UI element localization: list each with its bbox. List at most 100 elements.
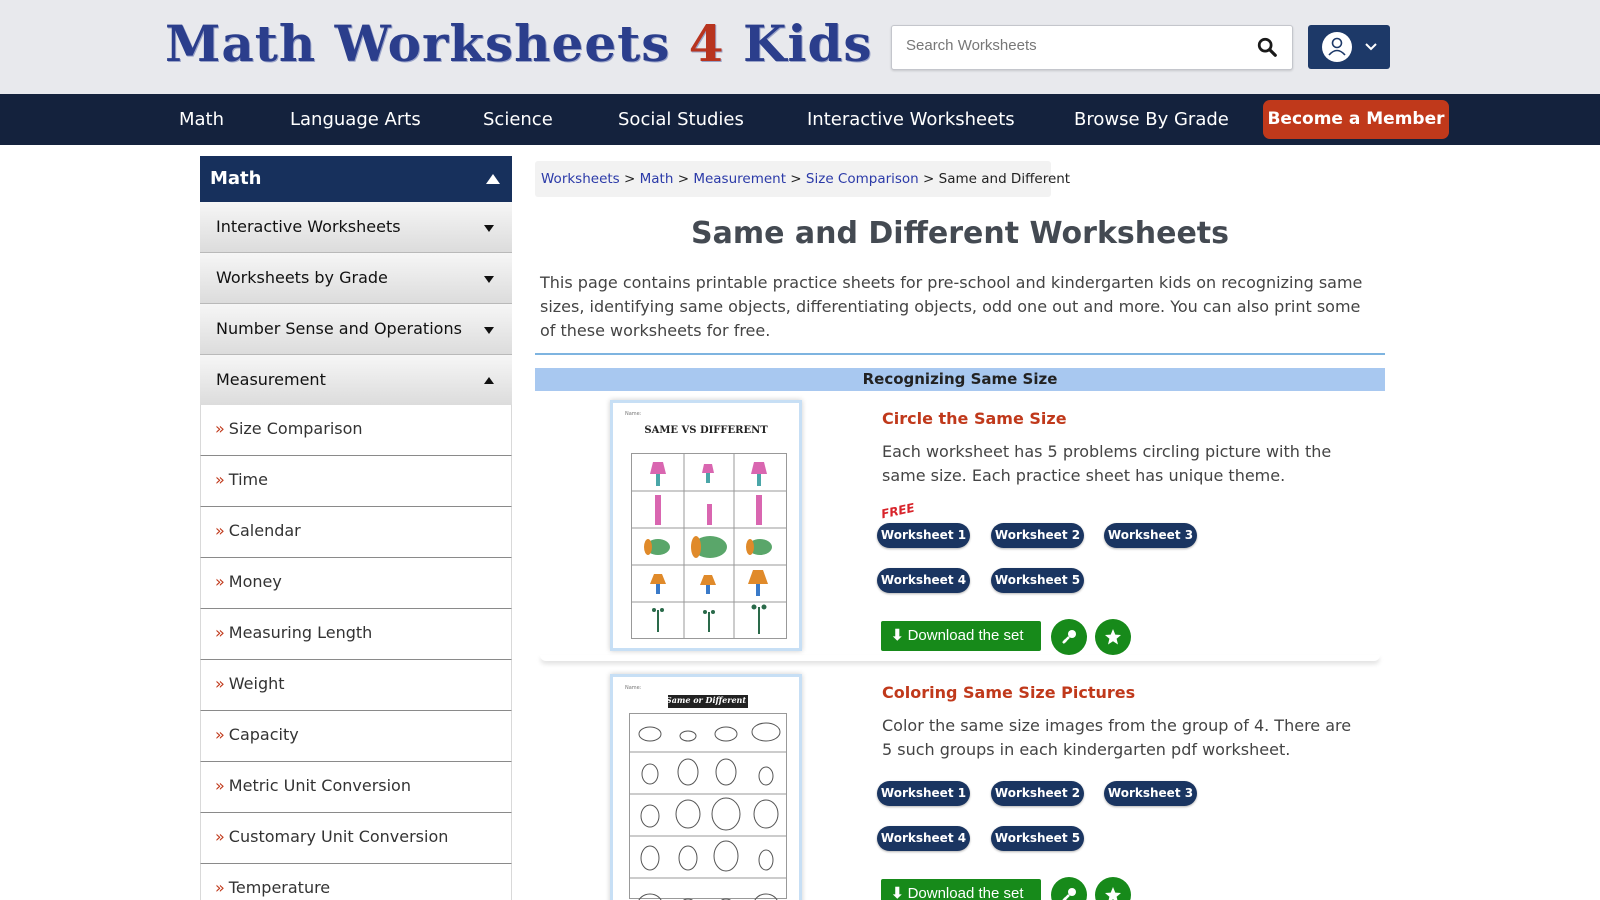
raquo-icon: »	[215, 674, 225, 693]
section-heading: Recognizing Same Size	[535, 368, 1385, 391]
answer-key-button[interactable]	[1051, 619, 1087, 655]
nav-item-social-studies[interactable]: Social Studies	[618, 109, 744, 130]
sidebar-link-capacity[interactable]: » Capacity	[200, 711, 512, 762]
worksheet-description: Color the same size images from the grou…	[882, 716, 1352, 759]
favorite-button[interactable]	[1095, 619, 1131, 655]
thumbnail-title: SAME VS DIFFERENT	[644, 425, 768, 436]
divider	[535, 353, 1385, 355]
raquo-icon: »	[215, 623, 225, 642]
favorite-button[interactable]	[1095, 877, 1131, 900]
chevron-down-icon	[1365, 43, 1377, 51]
nav-item-language-arts[interactable]: Language Arts	[290, 109, 421, 130]
site-logo[interactable]: Math Worksheets 4 Kids	[165, 14, 873, 73]
expand-triangle-icon	[484, 327, 494, 334]
sidebar-link-time[interactable]: » Time	[200, 456, 512, 507]
breadcrumb-link-size-comparison[interactable]: Size Comparison	[806, 171, 919, 187]
raquo-icon: »	[215, 470, 225, 489]
breadcrumb-current: Same and Different	[938, 171, 1071, 187]
sidebar-link-label: Size Comparison	[228, 419, 363, 438]
sidebar-section-number-sense[interactable]: Number Sense and Operations	[200, 304, 512, 355]
raquo-icon: »	[215, 419, 225, 438]
breadcrumb-link-measurement[interactable]: Measurement	[693, 171, 786, 187]
raquo-icon: »	[215, 776, 225, 795]
breadcrumb: Worksheets > Math > Measurement > Size C…	[535, 161, 1070, 197]
download-arrow-icon: ⬇	[891, 627, 904, 644]
thumbnail-grid	[631, 453, 787, 639]
worksheet-title[interactable]: Coloring Same Size Pictures	[882, 683, 1135, 702]
sidebar-section-label: Worksheets by Grade	[216, 268, 388, 287]
worksheet-description: Each worksheet has 5 problems circling p…	[882, 442, 1332, 485]
star-icon	[1105, 629, 1121, 645]
expand-triangle-icon	[484, 276, 494, 283]
sidebar-link-money[interactable]: » Money	[200, 558, 512, 609]
sidebar-link-calendar[interactable]: » Calendar	[200, 507, 512, 558]
worksheet-3-button[interactable]: Worksheet 3	[1104, 781, 1197, 806]
worksheet-1-button[interactable]: Worksheet 1	[877, 523, 970, 548]
sidebar-section-label: Measurement	[216, 370, 326, 389]
user-avatar-icon	[1322, 32, 1352, 62]
sidebar-link-measuring-length[interactable]: » Measuring Length	[200, 609, 512, 660]
nav-item-science[interactable]: Science	[483, 109, 553, 130]
sidebar-link-label: Calendar	[228, 521, 301, 540]
breadcrumb-separator: >	[673, 171, 694, 187]
sidebar-header-math[interactable]: Math	[200, 156, 512, 202]
main-nav: Math Language Arts Science Social Studie…	[0, 94, 1600, 145]
worksheet-thumbnail[interactable]: Name: SAME VS DIFFERENT	[610, 400, 802, 651]
breadcrumb-separator: >	[918, 171, 939, 187]
nav-item-interactive-worksheets[interactable]: Interactive Worksheets	[807, 109, 1015, 130]
worksheet-3-button[interactable]: Worksheet 3	[1104, 523, 1197, 548]
page-intro: This page contains printable practice sh…	[540, 273, 1363, 340]
expand-triangle-icon	[484, 225, 494, 232]
become-member-button[interactable]: Become a Member	[1263, 100, 1449, 139]
nav-item-browse-by-grade[interactable]: Browse By Grade	[1074, 109, 1229, 130]
raquo-icon: »	[215, 725, 225, 744]
worksheet-2-button[interactable]: Worksheet 2	[991, 523, 1084, 548]
worksheet-2-button[interactable]: Worksheet 2	[991, 781, 1084, 806]
breadcrumb-separator: >	[619, 171, 640, 187]
logo-text-right: Kids	[724, 14, 873, 73]
sidebar-link-size-comparison[interactable]: » Size Comparison	[200, 405, 512, 456]
sidebar-link-label: Customary Unit Conversion	[228, 827, 449, 846]
worksheet-title[interactable]: Circle the Same Size	[882, 409, 1067, 428]
nav-item-math[interactable]: Math	[179, 109, 224, 130]
search-box	[891, 25, 1293, 70]
star-icon	[1105, 887, 1121, 900]
sidebar-link-metric-unit-conversion[interactable]: » Metric Unit Conversion	[200, 762, 512, 813]
search-icon[interactable]	[1256, 36, 1278, 58]
worksheet-thumbnail[interactable]: Name: Same or Different	[610, 674, 802, 900]
sidebar-section-label: Interactive Worksheets	[216, 217, 401, 236]
search-input[interactable]	[906, 37, 1236, 54]
account-button[interactable]	[1308, 25, 1390, 69]
worksheet-5-button[interactable]: Worksheet 5	[991, 826, 1084, 851]
breadcrumb-link-worksheets[interactable]: Worksheets	[541, 171, 620, 187]
download-set-button[interactable]: ⬇ Download the set	[881, 621, 1041, 651]
sidebar-link-customary-unit-conversion[interactable]: » Customary Unit Conversion	[200, 813, 512, 864]
thumbnail-title: Same or Different	[665, 695, 747, 705]
worksheet-1-button[interactable]: Worksheet 1	[877, 781, 970, 806]
breadcrumb-link-math[interactable]: Math	[640, 171, 674, 187]
breadcrumb-separator: >	[786, 171, 806, 187]
site-header: Math Worksheets 4 Kids	[0, 0, 1600, 94]
thumbnail-name-label: Name:	[625, 685, 642, 691]
sidebar-section-interactive-worksheets[interactable]: Interactive Worksheets	[200, 202, 512, 253]
answer-key-button[interactable]	[1051, 877, 1087, 900]
logo-text-four: 4	[688, 14, 725, 73]
download-label: Download the set	[907, 627, 1024, 644]
thumbnail-drawing	[632, 454, 786, 638]
worksheet-4-button[interactable]: Worksheet 4	[877, 826, 970, 851]
worksheet-5-button[interactable]: Worksheet 5	[991, 568, 1084, 593]
sidebar-section-measurement[interactable]: Measurement	[200, 355, 512, 405]
key-icon	[1062, 888, 1076, 900]
download-label: Download the set	[907, 885, 1024, 900]
download-set-button[interactable]: ⬇ Download the set	[881, 879, 1041, 900]
worksheet-4-button[interactable]: Worksheet 4	[877, 568, 970, 593]
logo-text-left: Math Worksheets	[165, 14, 689, 73]
sidebar-section-worksheets-by-grade[interactable]: Worksheets by Grade	[200, 253, 512, 304]
raquo-icon: »	[215, 878, 225, 897]
thumbnail-drawing	[630, 722, 786, 900]
worksheet-card: Name: Same or Different Coloring Same Si…	[535, 674, 1385, 900]
sidebar-link-temperature[interactable]: » Temperature	[200, 864, 512, 900]
thumbnail-name-label: Name:	[625, 411, 642, 417]
sidebar-link-weight[interactable]: » Weight	[200, 660, 512, 711]
sidebar: Math Interactive Worksheets Worksheets b…	[200, 156, 512, 900]
